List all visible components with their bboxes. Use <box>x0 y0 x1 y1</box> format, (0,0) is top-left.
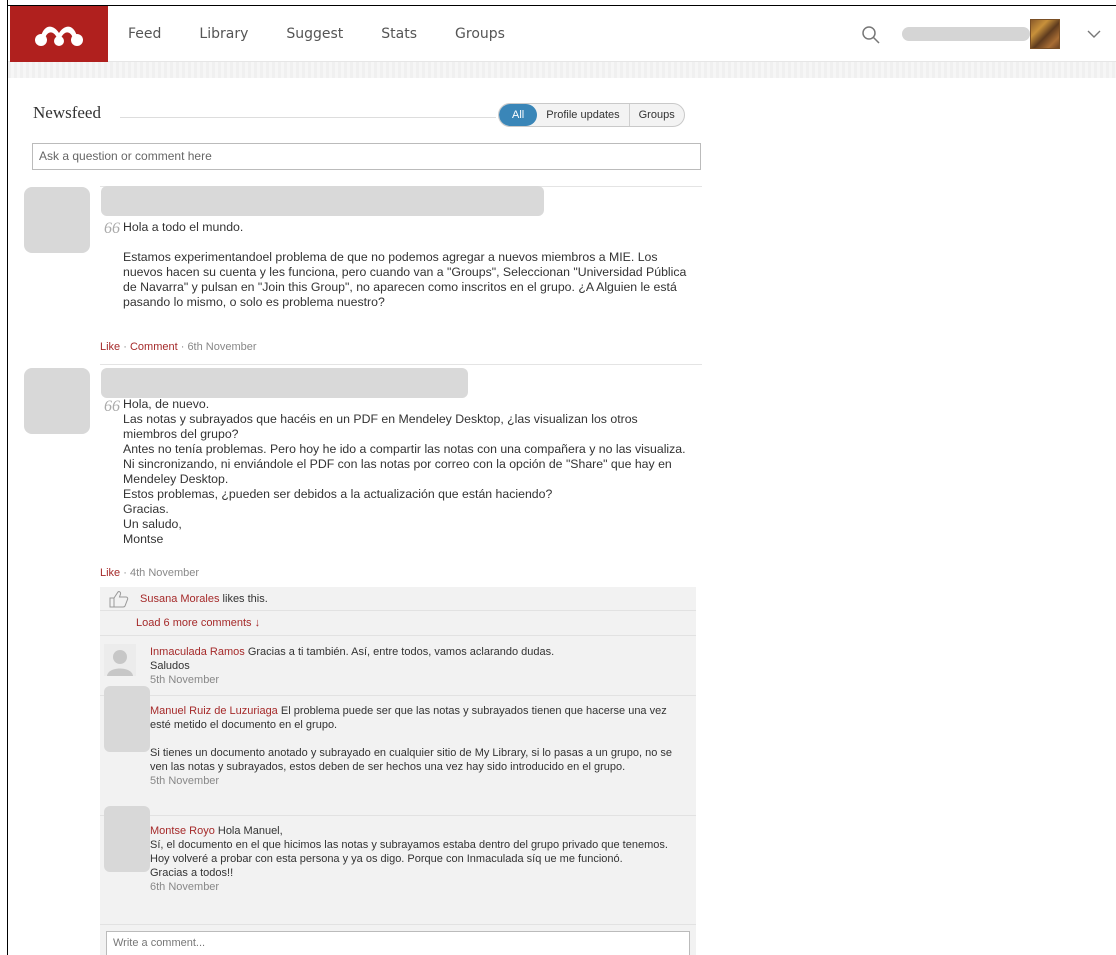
person-silhouette-icon <box>104 644 136 676</box>
nav-item-library[interactable]: Library <box>199 26 248 42</box>
like-link[interactable]: Like <box>100 341 120 353</box>
user-avatar[interactable] <box>1030 19 1060 49</box>
newsfeed-title: Newsfeed <box>33 103 101 122</box>
comment-author-link[interactable]: Manuel Ruiz de Luzuriaga <box>150 705 278 717</box>
feed-filter-tabs: All Profile updates Groups <box>498 103 685 127</box>
comment-item: Montse Royo Hola Manuel, Sí, el document… <box>100 806 696 925</box>
nav-item-feed[interactable]: Feed <box>128 26 161 42</box>
avatar[interactable] <box>24 187 90 253</box>
comment-item: Inmaculada Ramos Gracias a ti también. A… <box>100 636 696 696</box>
avatar[interactable] <box>24 368 90 434</box>
comment-date: 6th November <box>150 881 220 893</box>
mendeley-logo-icon <box>35 26 83 46</box>
comment-date: 5th November <box>150 775 220 787</box>
post-actions: Like · 4th November <box>100 567 200 579</box>
liker-name-link[interactable]: Susana Morales <box>140 593 220 605</box>
top-navigation-bar: Feed Library Suggest Stats Groups <box>8 6 1116 62</box>
avatar[interactable] <box>104 686 150 752</box>
title-divider <box>120 117 496 118</box>
avatar[interactable] <box>104 644 136 676</box>
header-divider <box>8 62 1116 78</box>
avatar[interactable] <box>104 806 150 872</box>
likes-suffix: likes this. <box>219 592 268 605</box>
mendeley-logo[interactable] <box>10 6 108 62</box>
chevron-down-icon[interactable] <box>1086 26 1102 42</box>
comments-panel: Susana Morales likes this. Load 6 more c… <box>100 587 696 955</box>
post-date: 6th November <box>187 341 257 353</box>
nav-item-stats[interactable]: Stats <box>381 26 417 42</box>
quote-icon: 66 <box>104 398 120 415</box>
quote-icon: 66 <box>104 220 120 237</box>
post-text: Hola, de nuevo. Las notas y subrayados q… <box>123 397 686 546</box>
write-comment-input[interactable]: Write a comment... <box>106 931 690 955</box>
author-name-redacted[interactable] <box>101 368 468 398</box>
post-date: 4th November <box>129 567 200 579</box>
comment-item: Manuel Ruiz de Luzuriaga El problema pue… <box>100 686 696 816</box>
post-actions: Like · Comment · 6th November <box>100 341 257 353</box>
main-nav: Feed Library Suggest Stats Groups <box>128 6 543 62</box>
user-name-redacted[interactable] <box>902 27 1030 41</box>
tab-groups[interactable]: Groups <box>628 104 684 126</box>
nav-item-suggest[interactable]: Suggest <box>286 26 343 42</box>
tab-all[interactable]: All <box>499 104 538 126</box>
author-name-redacted[interactable] <box>101 186 544 216</box>
like-link[interactable]: Like <box>100 567 120 579</box>
comment-link[interactable]: Comment <box>130 341 178 353</box>
ask-question-input[interactable]: Ask a question or comment here <box>32 143 701 170</box>
comment-date: 5th November <box>150 674 220 686</box>
comment-text: Hola Manuel, Sí, el documento en el que … <box>150 825 668 879</box>
comment-author-link[interactable]: Montse Royo <box>150 825 215 837</box>
load-more-comments[interactable]: Load 6 more comments ↓ <box>100 611 696 636</box>
load-more-link[interactable]: Load 6 more comments ↓ <box>136 617 260 629</box>
likes-row: Susana Morales likes this. <box>100 587 696 611</box>
nav-item-groups[interactable]: Groups <box>455 26 505 42</box>
thumbs-up-icon <box>109 590 129 607</box>
tab-profile-updates[interactable]: Profile updates <box>537 104 628 126</box>
comment-author-link[interactable]: Inmaculada Ramos <box>150 646 245 658</box>
search-icon[interactable] <box>860 24 882 46</box>
post-text: Hola a todo el mundo. Estamos experiment… <box>123 220 687 309</box>
